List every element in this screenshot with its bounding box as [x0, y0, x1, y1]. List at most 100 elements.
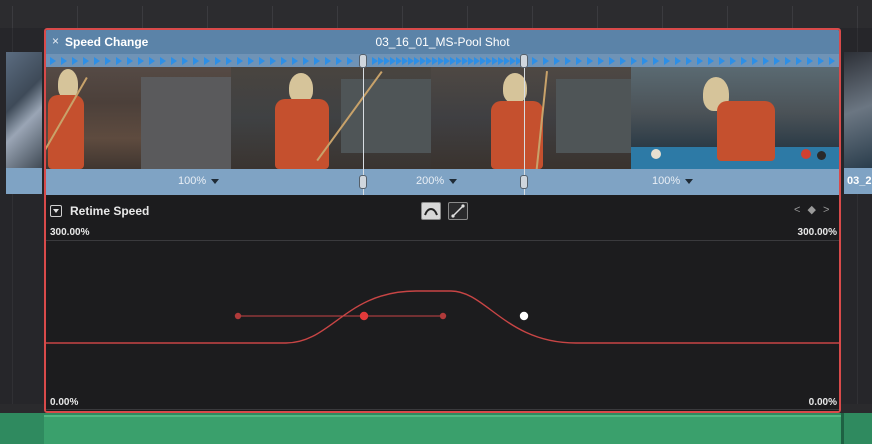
speed-arrow-icon [741, 57, 747, 65]
speed-arrow-icon [237, 57, 243, 65]
speed-arrow-icon [127, 57, 133, 65]
ruler-tick [402, 6, 403, 28]
speed-arrow-icon [818, 57, 824, 65]
speed-arrow-icon [620, 57, 626, 65]
clip-header: × Speed Change 03_16_01_MS-Pool Shot [46, 30, 839, 54]
speed-point-line [363, 54, 364, 195]
speed-arrow-icon [182, 57, 188, 65]
segment-speed-dropdown[interactable]: 100% [652, 175, 694, 187]
speed-arrow-icon [105, 57, 111, 65]
previous-clip-bar [6, 168, 42, 194]
speed-arrow-strip [46, 54, 839, 67]
ruler-tick [857, 6, 858, 28]
thumbnail-frame [231, 67, 431, 169]
ruler-tick [77, 6, 78, 28]
ruler-tick [207, 6, 208, 28]
speed-arrow-icon [259, 57, 265, 65]
speed-arrow-icon [774, 57, 780, 65]
speed-arrow-icon [642, 57, 648, 65]
speed-arrow-icon [653, 57, 659, 65]
speed-arrow-icon [763, 57, 769, 65]
speed-arrow-icon [675, 57, 681, 65]
speed-arrow-icon [719, 57, 725, 65]
speed-arrow-icon [171, 57, 177, 65]
speed-arrow-icon [664, 57, 670, 65]
bezier-handle [439, 312, 447, 320]
clip-divider [841, 413, 844, 444]
ruler-tick [12, 6, 13, 28]
speed-arrow-icon [686, 57, 692, 65]
ruler-tick [532, 6, 533, 28]
speed-arrow-icon [215, 57, 221, 65]
speed-arrow-icon [149, 57, 155, 65]
speed-point-line [524, 54, 525, 195]
next-clip-name: 03_2 [847, 175, 872, 187]
speed-point-handle[interactable] [359, 175, 367, 189]
speed-arrow-icon [708, 57, 714, 65]
speed-arrow-icon [83, 57, 89, 65]
bezier-handle [234, 312, 242, 320]
speed-point-handle[interactable] [520, 175, 528, 189]
speed-arrow-icon [303, 57, 309, 65]
ruler-tick [597, 6, 598, 28]
speed-arrow-icon [204, 57, 210, 65]
speed-arrow-icon [314, 57, 320, 65]
speed-arrow-icon [116, 57, 122, 65]
speed-arrow-icon [609, 57, 615, 65]
thumbnail-frame [46, 67, 231, 169]
speed-arrow-icon [554, 57, 560, 65]
speed-point-handle-top[interactable] [359, 54, 367, 68]
speed-arrow-icon [193, 57, 199, 65]
next-clip[interactable]: 03_2 [844, 52, 872, 194]
speed-arrow-icon [730, 57, 736, 65]
speed-arrow-icon [160, 57, 166, 65]
speed-arrow-icon [587, 57, 593, 65]
clip-name: 03_16_01_MS-Pool Shot [375, 35, 510, 49]
speed-arrow-icon [325, 57, 331, 65]
speed-arrow-icon [50, 57, 56, 65]
speed-arrow-icon [598, 57, 604, 65]
selected-keyframe-point [519, 311, 529, 321]
speed-arrow-icon [270, 57, 276, 65]
retime-dropdown-icon[interactable] [50, 205, 62, 217]
speed-arrow-icon [292, 57, 298, 65]
segment-speed-dropdown[interactable]: 200% [416, 175, 458, 187]
smooth-interpolation-button[interactable] [421, 202, 441, 220]
speed-arrow-icon [565, 57, 571, 65]
retime-speed-graph[interactable]: 300.00% 300.00% 0.00% 0.00% [46, 227, 839, 411]
curve-icon [424, 208, 438, 216]
linear-interpolation-button[interactable] [448, 202, 468, 220]
ruler-tick [142, 6, 143, 28]
segment-speed-dropdown[interactable]: 100% [178, 175, 220, 187]
retime-curve-header: Retime Speed < ◆ > [46, 195, 839, 229]
speed-arrow-icon [72, 57, 78, 65]
timeline-ruler[interactable] [0, 0, 872, 28]
previous-clip[interactable] [6, 52, 42, 194]
speed-arrow-icon [281, 57, 287, 65]
speed-arrow-icon [697, 57, 703, 65]
ruler-tick [792, 6, 793, 28]
keyframe-navigation[interactable]: < ◆ > [794, 203, 831, 216]
thumbnail-frame [631, 67, 839, 169]
retime-speed-label: Retime Speed [70, 204, 150, 218]
speed-arrow-icon [61, 57, 67, 65]
chevron-down-icon [211, 178, 220, 184]
retime-curve-svg [46, 290, 839, 344]
speed-arrow-icon [94, 57, 100, 65]
speed-arrow-icon [336, 57, 342, 65]
speed-arrow-icon [752, 57, 758, 65]
ruler-tick [662, 6, 663, 28]
linear-icon [451, 204, 465, 218]
ruler-tick [727, 6, 728, 28]
ruler-tick [337, 6, 338, 28]
speed-arrow-icon [576, 57, 582, 65]
speed-arrow-icon [829, 57, 835, 65]
chevron-down-icon [685, 178, 694, 184]
ruler-tick [272, 6, 273, 28]
selected-clip[interactable]: × Speed Change 03_16_01_MS-Pool Shot 100… [44, 28, 841, 413]
previous-clip-thumbnail [6, 52, 42, 168]
speed-arrow-icon [543, 57, 549, 65]
keyframe-point [359, 311, 369, 321]
audio-clip[interactable] [44, 415, 841, 444]
speed-point-handle-top[interactable] [520, 54, 528, 68]
